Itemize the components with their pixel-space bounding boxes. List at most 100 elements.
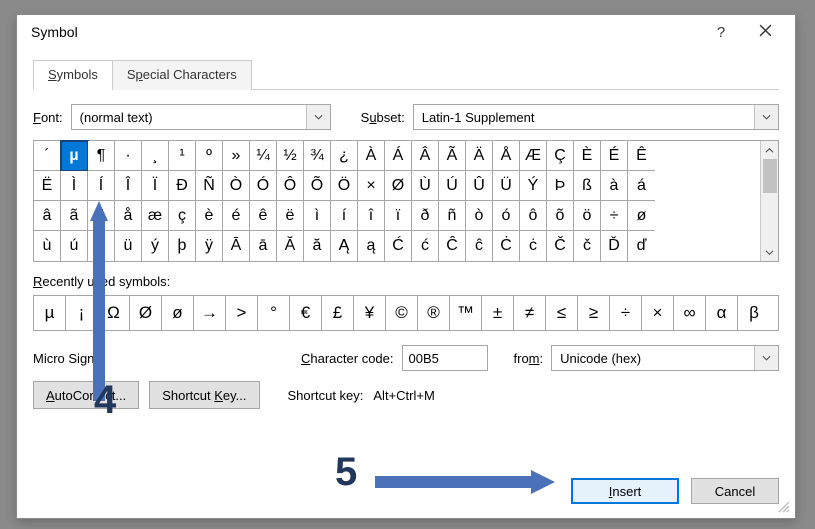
recent-cell[interactable]: ≥ (578, 296, 610, 330)
grid-cell[interactable]: Á (385, 141, 412, 171)
grid-cell[interactable]: Ò (223, 171, 250, 201)
grid-cell[interactable]: Ý (520, 171, 547, 201)
subset-combo[interactable]: Latin-1 Supplement (413, 104, 779, 130)
grid-cell[interactable]: » (223, 141, 250, 171)
charcode-input[interactable]: 00B5 (402, 345, 488, 371)
grid-cell[interactable]: æ (142, 201, 169, 231)
grid-cell[interactable]: ´ (34, 141, 61, 171)
grid-cell[interactable]: ý (142, 231, 169, 261)
grid-cell[interactable]: í (331, 201, 358, 231)
grid-cell[interactable]: Ä (466, 141, 493, 171)
recent-cell[interactable]: ¡ (66, 296, 98, 330)
recent-cell[interactable]: Ø (130, 296, 162, 330)
recent-cell[interactable]: ∞ (674, 296, 706, 330)
grid-cell[interactable]: ÷ (601, 201, 628, 231)
grid-cell[interactable]: ö (574, 201, 601, 231)
grid-cell[interactable]: ù (34, 231, 61, 261)
recent-cell[interactable]: µ (34, 296, 66, 330)
tab-special-characters[interactable]: Special Characters (112, 60, 252, 90)
grid-cell[interactable]: Ċ (493, 231, 520, 261)
recent-cell[interactable]: £ (322, 296, 354, 330)
scroll-thumb[interactable] (763, 159, 777, 193)
grid-cell[interactable]: ä (88, 201, 115, 231)
recent-cell[interactable]: € (290, 296, 322, 330)
grid-cell[interactable]: ð (412, 201, 439, 231)
grid-cell[interactable]: ¾ (304, 141, 331, 171)
grid-cell[interactable]: ċ (520, 231, 547, 261)
recent-cell[interactable]: ÷ (610, 296, 642, 330)
grid-cell[interactable]: ĉ (466, 231, 493, 261)
shortcut-key-button[interactable]: Shortcut Key... (149, 381, 259, 409)
grid-cell[interactable]: å (115, 201, 142, 231)
grid-cell[interactable]: ÿ (196, 231, 223, 261)
grid-cell[interactable]: Ã (439, 141, 466, 171)
grid-cell[interactable]: ó (493, 201, 520, 231)
grid-cell[interactable]: · (115, 141, 142, 171)
recent-cell[interactable]: ≤ (546, 296, 578, 330)
grid-cell[interactable]: Ë (34, 171, 61, 201)
grid-cell[interactable]: þ (169, 231, 196, 261)
grid-cell[interactable]: À (358, 141, 385, 171)
grid-cell[interactable]: Ð (169, 171, 196, 201)
resize-grip-icon[interactable] (777, 500, 791, 514)
grid-cell[interactable]: µ (61, 141, 88, 171)
grid-cell[interactable]: Ó (250, 171, 277, 201)
recent-cell[interactable]: ± (482, 296, 514, 330)
scroll-up-icon[interactable] (761, 141, 778, 159)
grid-cell[interactable]: ¶ (88, 141, 115, 171)
grid-cell[interactable]: ă (304, 231, 331, 261)
scroll-down-icon[interactable] (761, 243, 778, 261)
grid-cell[interactable]: č (574, 231, 601, 261)
grid-cell[interactable]: Û (466, 171, 493, 201)
recent-cell[interactable]: ® (418, 296, 450, 330)
grid-cell[interactable]: ë (277, 201, 304, 231)
recent-cell[interactable]: ø (162, 296, 194, 330)
grid-cell[interactable]: ü (115, 231, 142, 261)
grid-cell[interactable]: Ć (385, 231, 412, 261)
tab-symbols[interactable]: Symbols (33, 60, 113, 90)
grid-cell[interactable]: Ï (142, 171, 169, 201)
grid-cell[interactable]: õ (547, 201, 574, 231)
grid-cell[interactable]: º (196, 141, 223, 171)
grid-cell[interactable]: ø (628, 201, 655, 231)
grid-cell[interactable]: ½ (277, 141, 304, 171)
recent-cell[interactable]: Ω (98, 296, 130, 330)
grid-cell[interactable]: à (601, 171, 628, 201)
recent-cell[interactable]: ° (258, 296, 290, 330)
grid-cell[interactable]: Ê (628, 141, 655, 171)
grid-cell[interactable]: Ă (277, 231, 304, 261)
grid-cell[interactable]: ú (61, 231, 88, 261)
grid-cell[interactable]: Ą (331, 231, 358, 261)
grid-cell[interactable]: ¹ (169, 141, 196, 171)
grid-cell[interactable]: Æ (520, 141, 547, 171)
insert-button[interactable]: Insert (571, 478, 679, 504)
close-button[interactable] (743, 17, 787, 47)
from-combo[interactable]: Unicode (hex) (551, 345, 779, 371)
grid-cell[interactable]: Þ (547, 171, 574, 201)
grid-cell[interactable]: ò (466, 201, 493, 231)
grid-cell[interactable]: Ö (331, 171, 358, 201)
grid-cell[interactable]: ô (520, 201, 547, 231)
grid-cell[interactable]: Å (493, 141, 520, 171)
grid-cell[interactable]: î (358, 201, 385, 231)
help-button[interactable]: ? (699, 17, 743, 47)
grid-scrollbar[interactable] (760, 141, 778, 261)
grid-cell[interactable]: ì (304, 201, 331, 231)
grid-cell[interactable]: ¸ (142, 141, 169, 171)
recent-cell[interactable]: × (642, 296, 674, 330)
grid-cell[interactable]: Ú (439, 171, 466, 201)
recent-cell[interactable]: ≠ (514, 296, 546, 330)
grid-cell[interactable]: û (88, 231, 115, 261)
font-combo[interactable]: (normal text) (71, 104, 331, 130)
grid-cell[interactable]: Õ (304, 171, 331, 201)
recent-cell[interactable]: ™ (450, 296, 482, 330)
grid-cell[interactable]: Ñ (196, 171, 223, 201)
grid-cell[interactable]: Í (88, 171, 115, 201)
cancel-button[interactable]: Cancel (691, 478, 779, 504)
grid-cell[interactable]: Ĉ (439, 231, 466, 261)
grid-cell[interactable]: É (601, 141, 628, 171)
grid-cell[interactable]: Ď (601, 231, 628, 261)
grid-cell[interactable]: Î (115, 171, 142, 201)
grid-cell[interactable]: × (358, 171, 385, 201)
grid-cell[interactable]: ā (250, 231, 277, 261)
